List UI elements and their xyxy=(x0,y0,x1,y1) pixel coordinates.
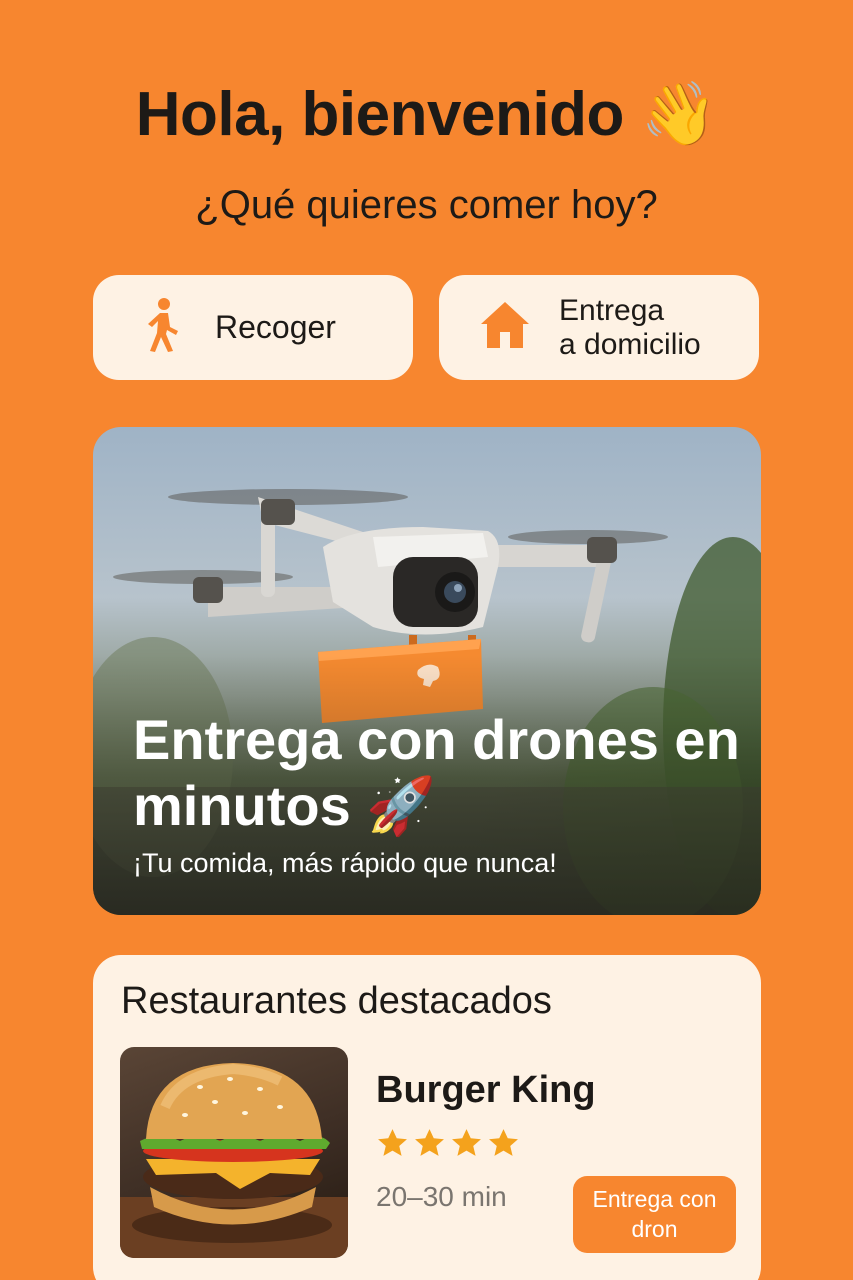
drone-delivery-banner[interactable]: Entrega con drones en minutos 🚀 ¡Tu comi… xyxy=(93,427,761,915)
star-icon xyxy=(378,1129,407,1156)
featured-restaurants-section: Restaurantes destacados Burger King 20–3… xyxy=(93,955,761,1280)
rating-stars xyxy=(376,1127,520,1160)
drone-delivery-button-line1: Entrega con xyxy=(592,1186,717,1212)
house-icon xyxy=(479,300,531,355)
drone-delivery-button-line2: dron xyxy=(631,1216,678,1242)
walking-person-icon xyxy=(145,297,181,358)
home-delivery-button[interactable]: Entrega a domicilio xyxy=(439,275,759,380)
greeting-title: Hola, bienvenido 👋 xyxy=(135,80,718,149)
home-delivery-label-line2: a domicilio xyxy=(559,327,701,361)
star-icon xyxy=(452,1129,481,1156)
star-icon xyxy=(415,1129,444,1156)
greeting-subtitle: ¿Qué quieres comer hoy? xyxy=(195,183,658,227)
drone-delivery-button[interactable]: Entrega con dron xyxy=(573,1176,736,1253)
restaurant-name[interactable]: Burger King xyxy=(376,1069,596,1112)
section-title: Restaurantes destacados xyxy=(121,980,552,1022)
pickup-label: Recoger xyxy=(215,308,336,345)
home-delivery-label: Entrega a domicilio xyxy=(559,294,701,361)
burger-image[interactable] xyxy=(120,1047,348,1258)
banner-title: Entrega con drones en minutos 🚀 xyxy=(133,708,740,837)
star-icon xyxy=(489,1129,518,1156)
pickup-button[interactable]: Recoger xyxy=(93,275,413,380)
banner-subtitle: ¡Tu comida, más rápido que nunca! xyxy=(133,848,557,878)
home-delivery-label-line1: Entrega xyxy=(559,293,665,327)
delivery-time: 20–30 min xyxy=(376,1181,507,1212)
